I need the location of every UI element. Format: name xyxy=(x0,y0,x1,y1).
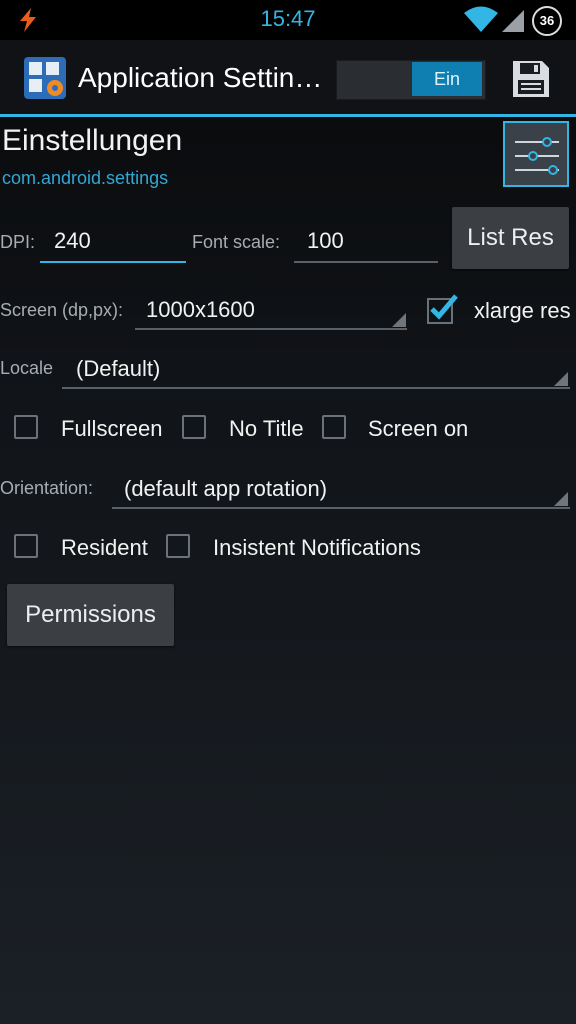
locale-spinner-arrow-icon xyxy=(554,372,568,386)
package-name: com.android.settings xyxy=(2,168,169,188)
list-res-button[interactable]: List Res xyxy=(452,207,569,269)
no-title-label: No Title xyxy=(229,416,304,441)
action-bar-divider xyxy=(0,114,576,117)
resident-checkbox[interactable] xyxy=(14,534,38,558)
font-scale-underline xyxy=(294,261,438,263)
options-button[interactable] xyxy=(503,121,569,187)
enable-toggle[interactable]: Ein xyxy=(336,60,486,100)
screen-label: Screen (dp,px): xyxy=(0,300,124,320)
screen-spinner-underline xyxy=(135,328,407,330)
app-settings-icon[interactable] xyxy=(24,57,66,99)
orientation-label: Orientation: xyxy=(0,478,94,498)
battery-icon: 36 xyxy=(532,6,562,36)
permissions-button[interactable]: Permissions xyxy=(7,584,174,646)
check-icon xyxy=(427,294,458,324)
screen-spinner-value[interactable]: 1000x1600 xyxy=(146,297,255,323)
locale-label: Locale xyxy=(0,358,54,378)
save-icon[interactable] xyxy=(512,60,550,103)
dpi-input-underline xyxy=(40,261,186,263)
font-scale-input[interactable]: 100 xyxy=(307,228,344,254)
wifi-icon xyxy=(464,6,498,37)
screen-on-label: Screen on xyxy=(368,416,469,441)
resident-label: Resident xyxy=(61,535,148,560)
fullscreen-checkbox[interactable] xyxy=(14,415,38,439)
xlarge-checkbox[interactable] xyxy=(426,293,458,330)
screen-spinner-arrow-icon xyxy=(392,313,406,327)
sliders-icon xyxy=(515,137,559,175)
dpi-label: DPI: xyxy=(0,232,36,252)
dpi-input[interactable]: 240 xyxy=(54,228,91,254)
insistent-notifications-checkbox[interactable] xyxy=(166,534,190,558)
screen-on-checkbox[interactable] xyxy=(322,415,346,439)
font-scale-label: Font scale: xyxy=(192,232,281,252)
toggle-on-label: Ein xyxy=(412,62,482,96)
orientation-spinner-value[interactable]: (default app rotation) xyxy=(124,476,327,502)
insistent-notifications-label: Insistent Notifications xyxy=(213,535,421,560)
orientation-spinner-arrow-icon xyxy=(554,492,568,506)
locale-spinner-underline xyxy=(62,387,570,389)
app-name-heading: Einstellungen xyxy=(2,124,183,157)
orientation-spinner-underline xyxy=(112,507,570,509)
xlarge-label: xlarge res xyxy=(474,298,571,323)
action-bar-title: Application Settin… xyxy=(78,62,323,93)
no-title-checkbox[interactable] xyxy=(182,415,206,439)
locale-spinner-value[interactable]: (Default) xyxy=(76,356,160,382)
signal-icon xyxy=(502,10,524,37)
fullscreen-label: Fullscreen xyxy=(61,416,163,441)
